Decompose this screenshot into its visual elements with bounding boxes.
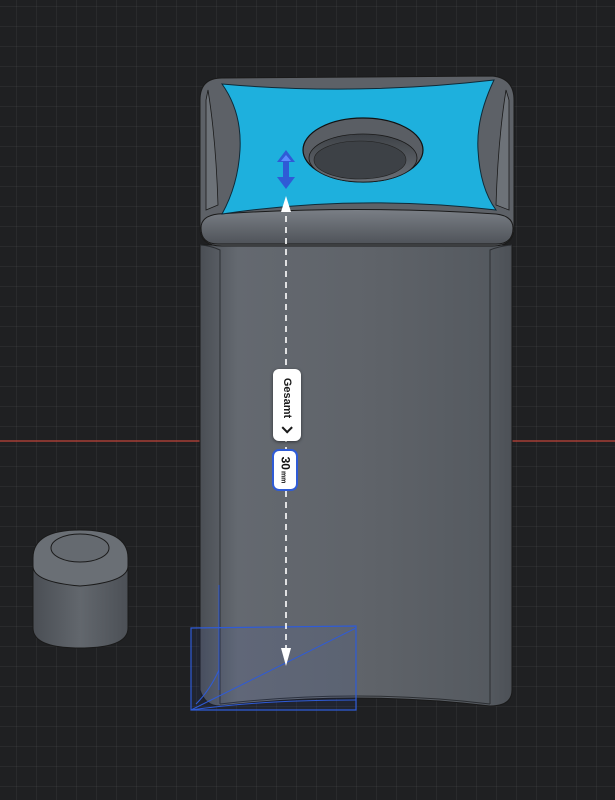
top-cap-part[interactable] (199, 75, 515, 247)
dimension-mode-label: Gesamt (281, 377, 294, 419)
3d-viewport[interactable]: Gesamt 30 mm (0, 0, 615, 800)
dimension-value-input[interactable]: 30 mm (272, 449, 298, 491)
hole-feature[interactable] (302, 117, 424, 183)
scene-canvas[interactable] (0, 0, 615, 800)
dimension-unit: mm (279, 470, 286, 484)
dimension-mode-dropdown[interactable]: Gesamt (273, 369, 301, 441)
dimension-value: 30 (278, 456, 292, 470)
small-cylinder-part[interactable] (32, 529, 129, 649)
chevron-down-icon (281, 422, 293, 434)
